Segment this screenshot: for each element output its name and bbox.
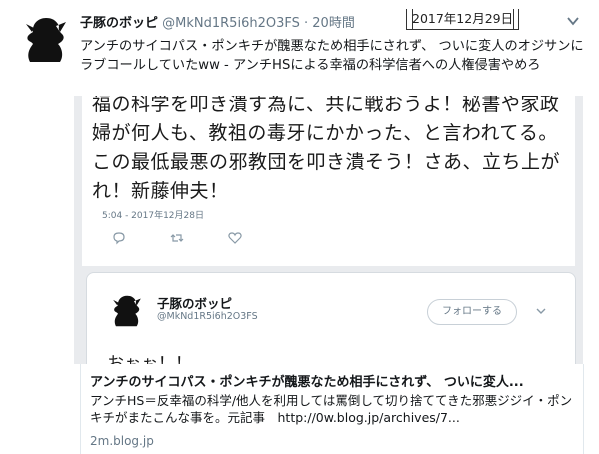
separator-dot: ·	[304, 16, 309, 31]
card-author-name: 子豚のボッピ	[157, 296, 233, 311]
chevron-down-icon[interactable]	[566, 14, 580, 28]
author-name[interactable]: 子豚のボッピ	[80, 16, 158, 31]
tweet-screenshot-image[interactable]: 福の科学を叩き潰す為に、共に戦おうよ！秘書や家政婦が何人も、教祖の毒牙にかかった…	[74, 96, 583, 364]
card-avatar	[109, 293, 145, 329]
link-description: アンチHS＝反幸福の科学/他人を利用しては罵倒して切り捨ててきた邪悪ジジイ・ポン…	[90, 393, 573, 425]
tweet-text: アンチのサイコパス・ポンキチが醜悪なため相手にされず、 ついに変人のオジサンにラ…	[80, 39, 584, 73]
tweet-time[interactable]: 20時間	[312, 16, 355, 31]
avatar[interactable]	[20, 14, 72, 66]
silhouette-avatar-icon	[26, 18, 66, 62]
screenshot-tweet: 福の科学を叩き潰す為に、共に戦おうよ！秘書や家政婦が何人も、教祖の毒牙にかかった…	[82, 96, 575, 266]
chevron-down-icon	[536, 308, 546, 314]
link-title[interactable]: アンチのサイコパス・ポンキチが醜悪なため相手にされず、 ついに変人...	[90, 371, 570, 390]
card-author-handle: @MkNd1R5i6h2O3FS	[157, 311, 258, 322]
link-preview-card[interactable]: アンチのサイコパス・ポンキチが醜悪なため相手にされず、 ついに変人... アンチ…	[80, 364, 584, 454]
silhouette-avatar-icon	[113, 295, 141, 327]
retweet-icon	[170, 230, 184, 244]
tweet-header: 子豚のボッピ @MkNd1R5i6h2O3FS · 20時間	[80, 12, 355, 31]
follow-button: フォローする	[427, 299, 517, 325]
screenshot-timestamp: 5:04 - 2017年12月28日	[102, 211, 204, 221]
screenshot-body-text: 福の科学を叩き潰す為に、共に戦おうよ！秘書や家政婦が何人も、教祖の毒牙にかかった…	[92, 96, 561, 202]
date-stamp: 2017年12月29日	[406, 9, 520, 30]
author-handle[interactable]: @MkNd1R5i6h2O3FS	[162, 16, 300, 31]
screenshot-embedded-card: 子豚のボッピ @MkNd1R5i6h2O3FS フォローする おぉぉ！！	[86, 272, 576, 364]
heart-icon	[228, 230, 242, 244]
card-partial-text: おぉぉ！！	[107, 354, 192, 364]
reply-icon	[112, 230, 126, 245]
link-domain: 2m.blog.jp	[90, 434, 154, 448]
